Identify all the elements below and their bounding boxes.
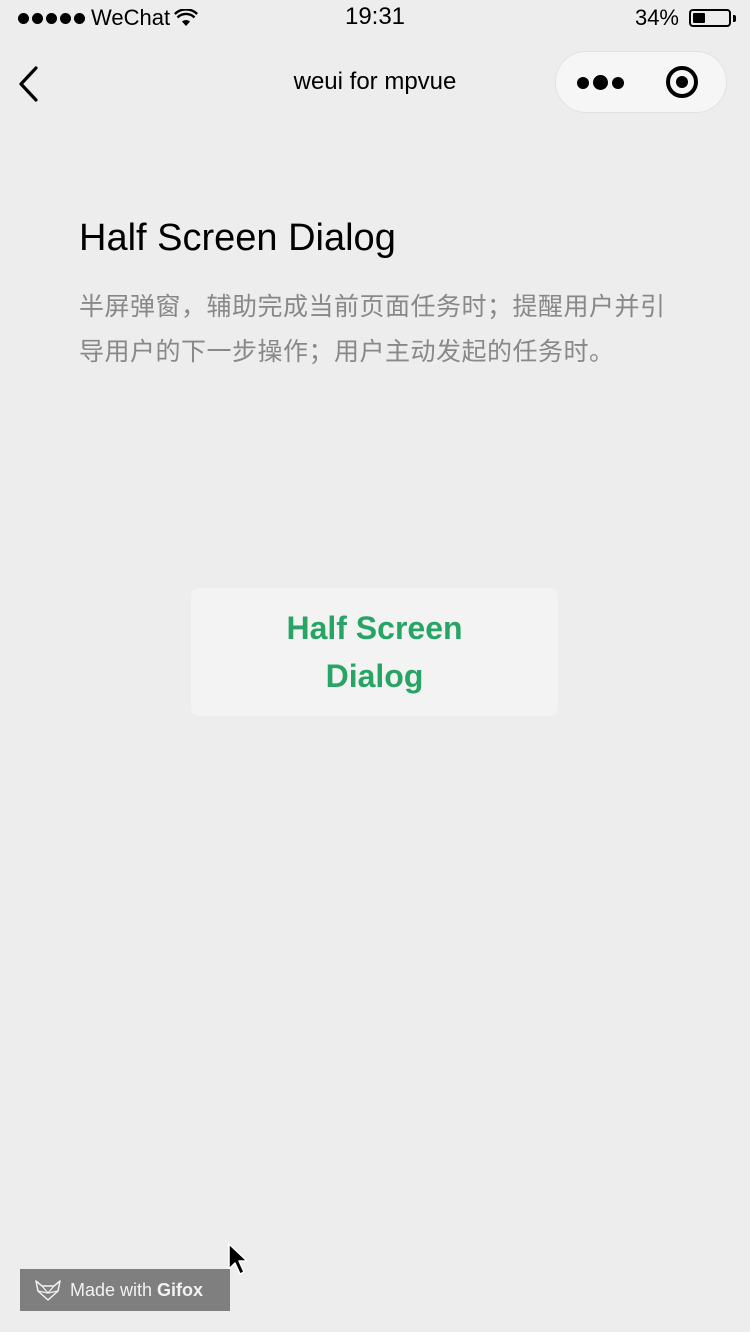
battery-fill	[693, 13, 705, 23]
half-screen-dialog-button-label: Half Screen Dialog	[286, 610, 463, 694]
status-bar: WeChat 19:31 34%	[0, 0, 750, 38]
more-button[interactable]	[556, 52, 642, 112]
fox-logo-icon	[35, 1280, 61, 1301]
mouse-pointer-icon	[228, 1243, 248, 1275]
nav-bar: weui for mpvue	[0, 44, 750, 124]
more-dot-icon	[593, 75, 608, 90]
target-dot-icon	[676, 76, 688, 88]
half-screen-dialog-button[interactable]: Half Screen Dialog	[191, 588, 558, 716]
close-mini-program-button[interactable]	[642, 52, 726, 112]
mini-program-capsule	[555, 51, 727, 113]
more-dot-icon	[612, 77, 624, 89]
watermark-made-with: Made with	[70, 1279, 153, 1300]
battery-tip	[733, 14, 736, 22]
battery-icon	[689, 9, 731, 27]
page-description: 半屏弹窗，辅助完成当前页面任务时；提醒用户并引导用户的下一步操作；用户主动发起的…	[79, 292, 666, 366]
battery-percent: 34%	[634, 5, 679, 30]
gifox-watermark: Made with Gifox	[20, 1269, 230, 1311]
more-dot-icon	[577, 77, 589, 89]
page-title: Half Screen Dialog	[79, 217, 396, 259]
watermark-brand: Gifox	[157, 1279, 204, 1300]
status-right: 34%	[635, 4, 736, 32]
